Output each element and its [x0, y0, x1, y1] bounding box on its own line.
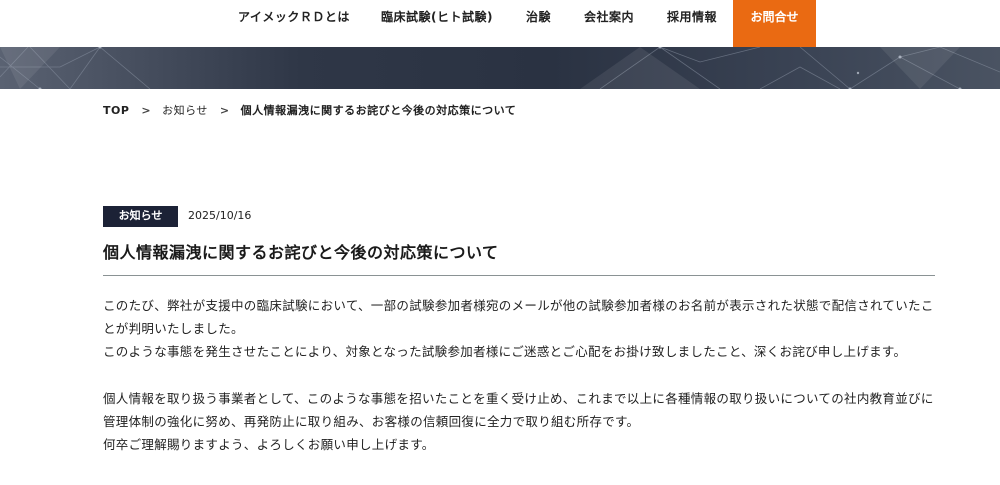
nav-item-about[interactable]: アイメックＲＤとは [238, 0, 350, 47]
contact-button[interactable]: お問合せ [733, 0, 816, 47]
body-line: このたび、弊社が支援中の臨床試験において、一部の試験参加者様宛のメールが他の試験… [103, 298, 934, 336]
breadcrumb-current: 個人情報漏洩に関するお詫びと今後の対応策について [240, 104, 517, 117]
post-date: 2025/10/16 [188, 209, 252, 222]
nav-item-clinical-trials[interactable]: 臨床試験(ヒト試験) [381, 0, 493, 47]
post-body: このたび、弊社が支援中の臨床試験において、一部の試験参加者様宛のメールが他の試験… [103, 294, 941, 456]
post-title: 個人情報漏洩に関するお詫びと今後の対応策について [103, 243, 499, 262]
title-divider [103, 275, 935, 276]
breadcrumb-home-link[interactable]: TOP [103, 104, 129, 117]
chevron-right-icon: > [141, 103, 152, 117]
body-line: 個人情報を取り扱う事業者として、このような事態を招いたことを重く受け止め、これま… [103, 391, 934, 429]
body-line: 何卒ご理解賜りますよう、よろしくお願い申し上げます。 [103, 437, 435, 452]
category-badge: お知らせ [103, 206, 178, 227]
nav-item-chiken[interactable]: 治験 [526, 0, 551, 47]
body-line: このような事態を発生させたことにより、対象となった試験参加者様にご迷惑とご心配を… [103, 344, 907, 359]
breadcrumb: TOP > お知らせ > 個人情報漏洩に関するお詫びと今後の対応策について [103, 102, 516, 118]
chevron-right-icon: > [219, 103, 230, 117]
hero-geometric-pattern [0, 47, 1000, 89]
top-navigation: アイメックＲＤとは 臨床試験(ヒト試験) 治験 会社案内 採用情報 お問合せ [0, 0, 1000, 47]
hero-banner [0, 47, 1000, 89]
breadcrumb-category-link[interactable]: お知らせ [162, 102, 208, 118]
nav-item-recruit[interactable]: 採用情報 [667, 0, 717, 47]
nav-item-company[interactable]: 会社案内 [584, 0, 634, 47]
